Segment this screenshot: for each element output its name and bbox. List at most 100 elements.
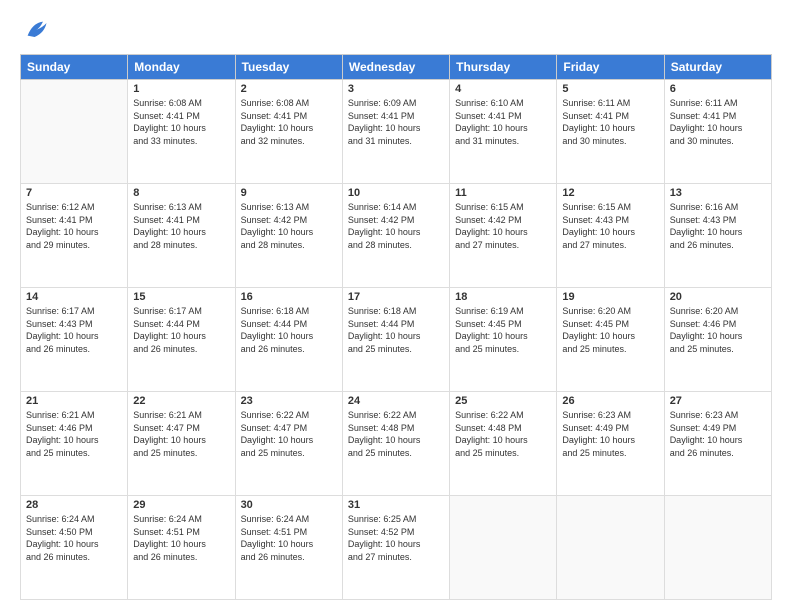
calendar-cell: 15 Sunrise: 6:17 AM Sunset: 4:44 PM Dayli… — [128, 288, 235, 392]
day-number: 29 — [133, 499, 229, 511]
day-number: 17 — [348, 291, 444, 303]
day-info: Sunrise: 6:20 AM Sunset: 4:45 PM Dayligh… — [562, 305, 658, 355]
day-number: 24 — [348, 395, 444, 407]
logo-bird-icon — [22, 16, 50, 44]
calendar-cell: 28 Sunrise: 6:24 AM Sunset: 4:50 PM Dayli… — [21, 496, 128, 600]
calendar-cell: 3Sunrise: 6:09 AM Sunset: 4:41 PM Daylig… — [342, 80, 449, 184]
day-number: 28 — [26, 499, 122, 511]
calendar-cell: 30 Sunrise: 6:24 AM Sunset: 4:51 PM Dayli… — [235, 496, 342, 600]
calendar-cell: 12 Sunrise: 6:15 AM Sunset: 4:43 PM Dayli… — [557, 184, 664, 288]
day-number: 13 — [670, 187, 766, 199]
day-number: 4 — [455, 83, 551, 95]
header — [20, 16, 772, 44]
day-number: 31 — [348, 499, 444, 511]
calendar-cell: 18Sunrise: 6:19 AM Sunset: 4:45 PM Dayli… — [450, 288, 557, 392]
day-number: 14 — [26, 291, 122, 303]
day-info: Sunrise: 6:23 AM Sunset: 4:49 PM Dayligh… — [562, 409, 658, 459]
calendar-cell: 21 Sunrise: 6:21 AM Sunset: 4:46 PM Dayli… — [21, 392, 128, 496]
day-number: 5 — [562, 83, 658, 95]
page: SundayMondayTuesdayWednesdayThursdayFrid… — [0, 0, 792, 612]
day-number: 23 — [241, 395, 337, 407]
calendar-cell: 24 Sunrise: 6:22 AM Sunset: 4:48 PM Dayli… — [342, 392, 449, 496]
calendar-cell: 6Sunrise: 6:11 AM Sunset: 4:41 PM Daylig… — [664, 80, 771, 184]
calendar-cell: 5 Sunrise: 6:11 AM Sunset: 4:41 PM Daylig… — [557, 80, 664, 184]
calendar-cell: 26 Sunrise: 6:23 AM Sunset: 4:49 PM Dayli… — [557, 392, 664, 496]
day-info: Sunrise: 6:24 AM Sunset: 4:51 PM Dayligh… — [133, 513, 229, 563]
calendar-cell: 13 Sunrise: 6:16 AM Sunset: 4:43 PM Dayli… — [664, 184, 771, 288]
day-info: Sunrise: 6:24 AM Sunset: 4:50 PM Dayligh… — [26, 513, 122, 563]
calendar-day-header: Friday — [557, 55, 664, 80]
day-info: Sunrise: 6:18 AM Sunset: 4:44 PM Dayligh… — [348, 305, 444, 355]
day-number: 11 — [455, 187, 551, 199]
day-info: Sunrise: 6:08 AM Sunset: 4:41 PM Dayligh… — [133, 97, 229, 147]
day-info: Sunrise: 6:19 AM Sunset: 4:45 PM Dayligh… — [455, 305, 551, 355]
day-info: Sunrise: 6:22 AM Sunset: 4:48 PM Dayligh… — [455, 409, 551, 459]
calendar-cell: 16Sunrise: 6:18 AM Sunset: 4:44 PM Dayli… — [235, 288, 342, 392]
day-info: Sunrise: 6:21 AM Sunset: 4:47 PM Dayligh… — [133, 409, 229, 459]
day-info: Sunrise: 6:08 AM Sunset: 4:41 PM Dayligh… — [241, 97, 337, 147]
calendar-day-header: Monday — [128, 55, 235, 80]
calendar-day-header: Sunday — [21, 55, 128, 80]
calendar-cell: 17 Sunrise: 6:18 AM Sunset: 4:44 PM Dayli… — [342, 288, 449, 392]
day-info: Sunrise: 6:15 AM Sunset: 4:43 PM Dayligh… — [562, 201, 658, 251]
day-number: 20 — [670, 291, 766, 303]
day-number: 25 — [455, 395, 551, 407]
day-number: 7 — [26, 187, 122, 199]
day-number: 30 — [241, 499, 337, 511]
day-number: 26 — [562, 395, 658, 407]
day-info: Sunrise: 6:17 AM Sunset: 4:44 PM Dayligh… — [133, 305, 229, 355]
day-info: Sunrise: 6:13 AM Sunset: 4:42 PM Dayligh… — [241, 201, 337, 251]
day-info: Sunrise: 6:22 AM Sunset: 4:47 PM Dayligh… — [241, 409, 337, 459]
day-info: Sunrise: 6:12 AM Sunset: 4:41 PM Dayligh… — [26, 201, 122, 251]
calendar-cell: 27Sunrise: 6:23 AM Sunset: 4:49 PM Dayli… — [664, 392, 771, 496]
logo — [20, 16, 50, 44]
day-number: 1 — [133, 83, 229, 95]
day-number: 10 — [348, 187, 444, 199]
day-info: Sunrise: 6:14 AM Sunset: 4:42 PM Dayligh… — [348, 201, 444, 251]
calendar-cell: 14 Sunrise: 6:17 AM Sunset: 4:43 PM Dayli… — [21, 288, 128, 392]
day-info: Sunrise: 6:20 AM Sunset: 4:46 PM Dayligh… — [670, 305, 766, 355]
calendar-week-row: 14 Sunrise: 6:17 AM Sunset: 4:43 PM Dayli… — [21, 288, 772, 392]
calendar-cell: 2 Sunrise: 6:08 AM Sunset: 4:41 PM Daylig… — [235, 80, 342, 184]
calendar-cell: 8 Sunrise: 6:13 AM Sunset: 4:41 PM Daylig… — [128, 184, 235, 288]
calendar-week-row: 28 Sunrise: 6:24 AM Sunset: 4:50 PM Dayli… — [21, 496, 772, 600]
calendar-cell: 1 Sunrise: 6:08 AM Sunset: 4:41 PM Daylig… — [128, 80, 235, 184]
day-number: 6 — [670, 83, 766, 95]
day-info: Sunrise: 6:13 AM Sunset: 4:41 PM Dayligh… — [133, 201, 229, 251]
day-info: Sunrise: 6:18 AM Sunset: 4:44 PM Dayligh… — [241, 305, 337, 355]
calendar-day-header: Thursday — [450, 55, 557, 80]
day-number: 19 — [562, 291, 658, 303]
calendar-cell: 9 Sunrise: 6:13 AM Sunset: 4:42 PM Daylig… — [235, 184, 342, 288]
day-number: 8 — [133, 187, 229, 199]
calendar-cell: 11 Sunrise: 6:15 AM Sunset: 4:42 PM Dayli… — [450, 184, 557, 288]
calendar-cell: 25 Sunrise: 6:22 AM Sunset: 4:48 PM Dayli… — [450, 392, 557, 496]
calendar-cell: 22 Sunrise: 6:21 AM Sunset: 4:47 PM Dayli… — [128, 392, 235, 496]
calendar-week-row: 1 Sunrise: 6:08 AM Sunset: 4:41 PM Daylig… — [21, 80, 772, 184]
calendar-cell — [557, 496, 664, 600]
calendar-day-header: Wednesday — [342, 55, 449, 80]
day-number: 12 — [562, 187, 658, 199]
day-number: 21 — [26, 395, 122, 407]
calendar-week-row: 21 Sunrise: 6:21 AM Sunset: 4:46 PM Dayli… — [21, 392, 772, 496]
day-number: 2 — [241, 83, 337, 95]
calendar-cell — [21, 80, 128, 184]
day-info: Sunrise: 6:09 AM Sunset: 4:41 PM Dayligh… — [348, 97, 444, 147]
day-number: 9 — [241, 187, 337, 199]
day-number: 15 — [133, 291, 229, 303]
day-info: Sunrise: 6:25 AM Sunset: 4:52 PM Dayligh… — [348, 513, 444, 563]
day-info: Sunrise: 6:15 AM Sunset: 4:42 PM Dayligh… — [455, 201, 551, 251]
day-info: Sunrise: 6:16 AM Sunset: 4:43 PM Dayligh… — [670, 201, 766, 251]
calendar-cell: 7 Sunrise: 6:12 AM Sunset: 4:41 PM Daylig… — [21, 184, 128, 288]
calendar-week-row: 7 Sunrise: 6:12 AM Sunset: 4:41 PM Daylig… — [21, 184, 772, 288]
day-number: 22 — [133, 395, 229, 407]
calendar-header-row: SundayMondayTuesdayWednesdayThursdayFrid… — [21, 55, 772, 80]
day-info: Sunrise: 6:17 AM Sunset: 4:43 PM Dayligh… — [26, 305, 122, 355]
day-info: Sunrise: 6:11 AM Sunset: 4:41 PM Dayligh… — [562, 97, 658, 147]
calendar-cell — [664, 496, 771, 600]
calendar-cell: 29 Sunrise: 6:24 AM Sunset: 4:51 PM Dayli… — [128, 496, 235, 600]
day-info: Sunrise: 6:22 AM Sunset: 4:48 PM Dayligh… — [348, 409, 444, 459]
day-info: Sunrise: 6:23 AM Sunset: 4:49 PM Dayligh… — [670, 409, 766, 459]
day-info: Sunrise: 6:24 AM Sunset: 4:51 PM Dayligh… — [241, 513, 337, 563]
calendar-cell — [450, 496, 557, 600]
day-info: Sunrise: 6:21 AM Sunset: 4:46 PM Dayligh… — [26, 409, 122, 459]
